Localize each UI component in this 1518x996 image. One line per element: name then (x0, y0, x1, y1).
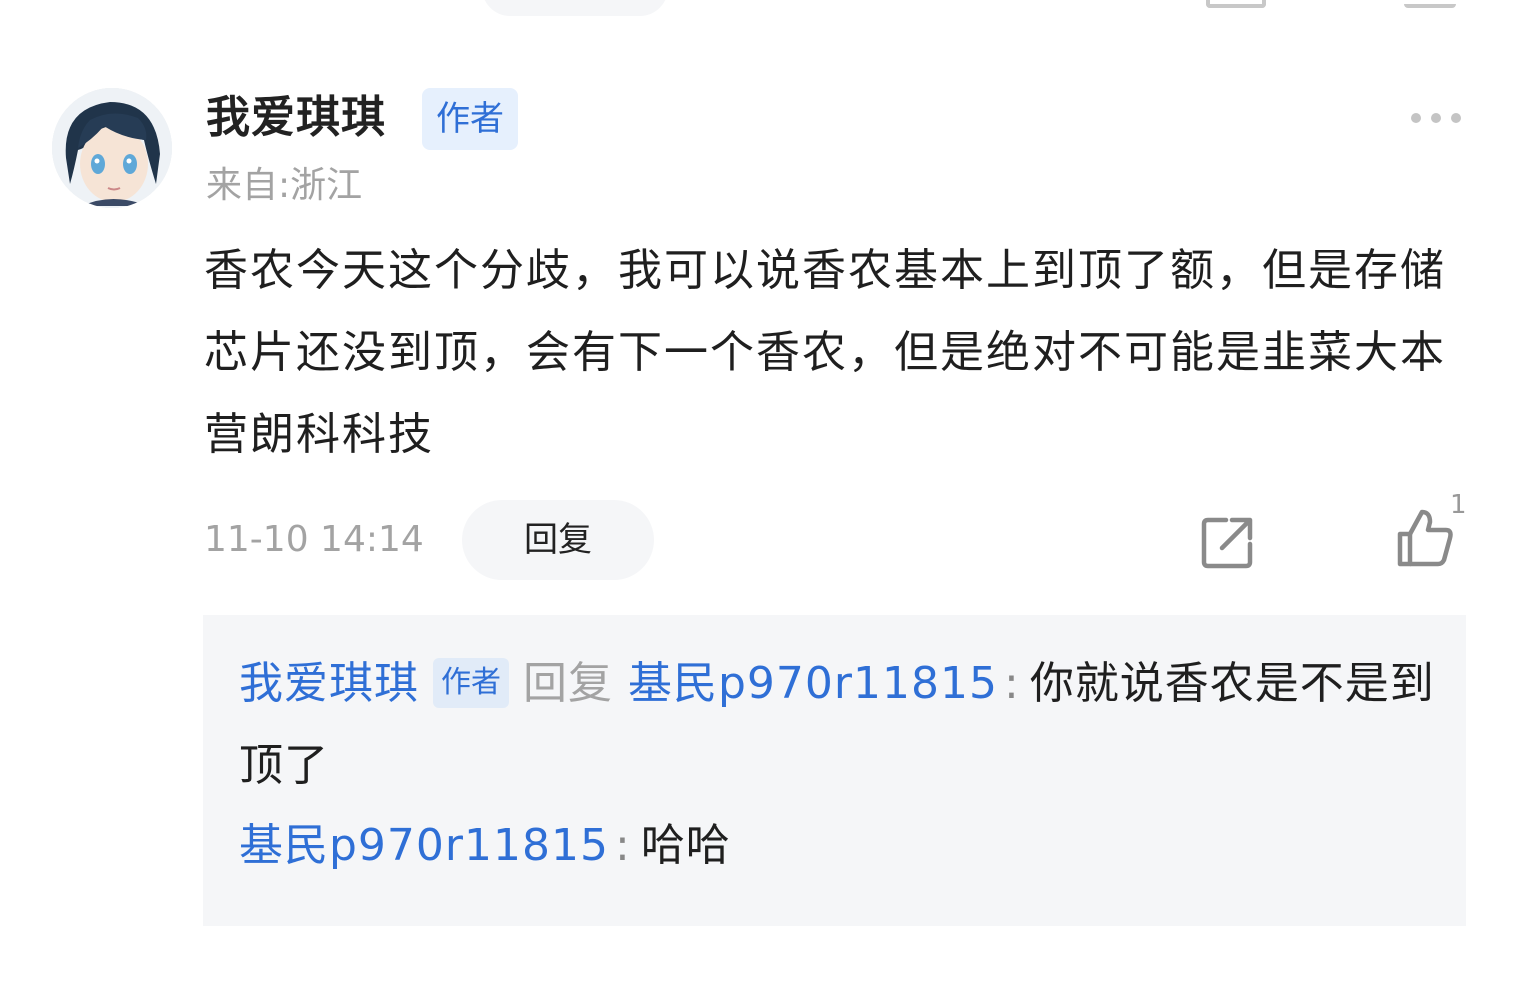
reply-item[interactable]: 基民p970r11815: 哈哈 (239, 805, 1439, 887)
comment-username[interactable]: 我爱琪琪 (206, 86, 386, 150)
more-dots-icon[interactable] (1408, 110, 1464, 126)
reply-target-link[interactable]: 基民p970r11815 (628, 658, 998, 709)
reply-item[interactable]: 我爱琪琪 作者 回复 基民p970r11815: 你就说香农是不是到顶了 (239, 643, 1439, 807)
previous-like-icon[interactable] (1404, 0, 1456, 8)
reply-colon: : (1003, 658, 1020, 709)
comment-thread: 我爱琪琪 作者 来自:浙江 香农今天这个分歧，我可以说香农基本上到顶了额，但是存… (0, 0, 1518, 996)
like-count: 1 (1450, 490, 1467, 520)
author-badge: 作者 (422, 88, 518, 150)
reply-text: 哈哈 (640, 820, 731, 871)
reply-word: 回复 (523, 658, 613, 709)
previous-reply-pill[interactable] (482, 0, 668, 16)
reply-button[interactable]: 回复 (462, 500, 654, 580)
avatar[interactable] (52, 88, 172, 208)
reply-colon: : (614, 820, 631, 871)
previous-share-icon[interactable] (1206, 0, 1266, 8)
reply-author-link[interactable]: 基民p970r11815 (239, 820, 609, 871)
thumbs-up-icon[interactable] (1394, 506, 1456, 570)
reply-author-link[interactable]: 我爱琪琪 (239, 658, 419, 709)
replies-panel: 我爱琪琪 作者 回复 基民p970r11815: 你就说香农是不是到顶了 基民p970… (203, 615, 1466, 926)
comment-location: 来自:浙江 (206, 165, 363, 206)
reply-author-badge: 作者 (433, 658, 509, 708)
comment-content: 香农今天这个分歧，我可以说香农基本上到顶了额，但是存储芯片还没到顶，会有下一个香… (204, 245, 1446, 460)
share-icon[interactable] (1198, 512, 1258, 572)
comment-timestamp: 11-10 14:14 (204, 519, 424, 560)
